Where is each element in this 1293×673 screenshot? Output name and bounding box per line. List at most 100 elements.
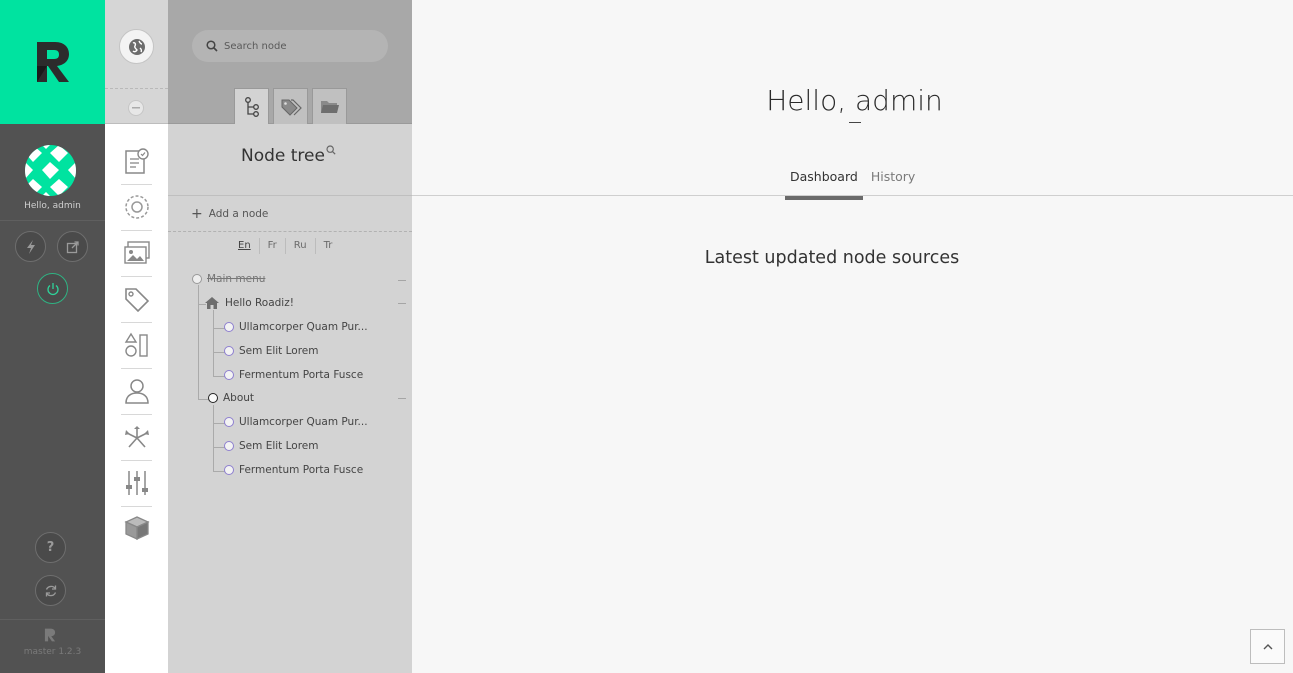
nav-settings-sliders[interactable]: [122, 468, 152, 498]
nav-network[interactable]: [122, 422, 152, 452]
collapse-icon[interactable]: [398, 280, 406, 281]
shapes-icon: [124, 332, 148, 357]
search-box[interactable]: [192, 30, 388, 62]
nav-packages[interactable]: [122, 513, 152, 543]
add-node-button[interactable]: + Add a node: [191, 206, 268, 222]
collapse-icon[interactable]: [398, 398, 406, 399]
visit-site-button[interactable]: [119, 29, 154, 64]
nav-users[interactable]: [122, 376, 152, 406]
divider: [168, 231, 412, 232]
collapse-panel-button[interactable]: [128, 100, 144, 116]
settings-icon: [125, 195, 149, 219]
roadiz-logo-icon: [36, 42, 69, 82]
logout-button[interactable]: [37, 273, 68, 304]
tree-node-home[interactable]: Hello Roadiz!: [205, 297, 294, 309]
dashboard-icon: [125, 148, 149, 174]
node-tree-icon: [244, 96, 259, 117]
scroll-top-button[interactable]: [1250, 629, 1285, 664]
flash-icon: [26, 239, 35, 254]
language-switcher: En Fr Ru Tr: [230, 237, 340, 255]
tree-node[interactable]: Fermentum Porta Fusce: [224, 464, 363, 476]
tags-icon: [281, 98, 302, 116]
home-icon: [205, 297, 219, 309]
node-status-icon: [224, 322, 234, 332]
divider: [121, 460, 152, 461]
node-label: Sem Elit Lorem: [239, 440, 319, 452]
refresh-icon: [45, 585, 56, 596]
tree-line: [198, 399, 208, 400]
divider: [0, 220, 105, 221]
help-icon: ?: [46, 540, 55, 555]
node-status-icon: [224, 346, 234, 356]
tree-node[interactable]: Sem Elit Lorem: [224, 440, 318, 452]
node-status-icon: [224, 441, 234, 451]
box-icon: [124, 516, 150, 541]
divider: [121, 276, 152, 277]
divider: [121, 506, 152, 507]
flash-button[interactable]: [15, 231, 46, 262]
node-label: Ullamcorper Quam Pur...: [239, 321, 368, 333]
divider: [0, 619, 105, 620]
node-label: About: [223, 392, 255, 404]
node-label: Hello Roadiz!: [225, 297, 294, 309]
help-button[interactable]: ?: [35, 532, 66, 563]
tree-node[interactable]: Ullamcorper Quam Pur...: [224, 416, 368, 428]
tree-node-main-menu[interactable]: Main menu: [192, 273, 265, 285]
folder-icon: [320, 100, 339, 113]
tree-panel: Node tree + Add a node En Fr Ru Tr Main …: [168, 0, 412, 673]
nav-settings[interactable]: [122, 192, 152, 222]
lang-en[interactable]: En: [230, 238, 260, 254]
external-link-button[interactable]: [57, 231, 88, 262]
tag-icon: [125, 288, 150, 312]
brand-logo[interactable]: [0, 0, 105, 124]
divider: [121, 184, 152, 185]
tree-node-about[interactable]: About: [208, 392, 254, 404]
node-label: Sem Elit Lorem: [239, 345, 319, 357]
nav-column: [105, 0, 168, 673]
tree-node[interactable]: Ullamcorper Quam Pur...: [224, 321, 368, 333]
lang-tr[interactable]: Tr: [316, 238, 341, 254]
divider: [121, 368, 152, 369]
lang-fr[interactable]: Fr: [260, 238, 286, 254]
tree-line: [198, 285, 199, 399]
main-content: Hello, admin Dashboard History Latest up…: [412, 0, 1293, 673]
lang-ru[interactable]: Ru: [286, 238, 316, 254]
power-icon: [46, 282, 59, 295]
globe-icon: [128, 38, 145, 55]
node-label: Fermentum Porta Fusce: [239, 369, 364, 381]
divider: [121, 230, 152, 231]
plus-icon: +: [191, 206, 203, 222]
network-icon: [125, 426, 149, 448]
tab-node-tree[interactable]: [234, 88, 269, 124]
search-input[interactable]: [224, 40, 374, 52]
node-label: Ullamcorper Quam Pur...: [239, 416, 368, 428]
nav-node-types[interactable]: [122, 330, 152, 360]
tree-node[interactable]: Sem Elit Lorem: [224, 345, 318, 357]
tab-folders[interactable]: [312, 88, 347, 124]
divider: [121, 322, 152, 323]
divider: [168, 195, 412, 196]
search-icon[interactable]: [326, 145, 336, 155]
tree-line: [213, 405, 214, 471]
node-status-icon: [224, 465, 234, 475]
documents-icon: [124, 241, 150, 264]
node-label: Main menu: [207, 273, 266, 285]
avatar[interactable]: [25, 145, 76, 196]
search-icon: [206, 40, 218, 52]
tree-line: [213, 310, 214, 376]
tree-panel-header: [168, 0, 412, 124]
external-icon: [66, 240, 79, 253]
avatar-pattern-icon: [25, 145, 76, 196]
node-status-icon: [208, 393, 218, 403]
sliders-icon: [126, 471, 148, 495]
nav-tags[interactable]: [122, 284, 152, 314]
refresh-button[interactable]: [35, 575, 66, 606]
add-node-label: Add a node: [208, 208, 269, 220]
tab-tags[interactable]: [273, 88, 308, 124]
collapse-icon[interactable]: [398, 303, 406, 304]
tree-node[interactable]: Fermentum Porta Fusce: [224, 369, 363, 381]
divider: [412, 195, 1293, 196]
nav-column-header: [105, 0, 168, 124]
nav-dashboard[interactable]: [122, 146, 152, 176]
nav-documents[interactable]: [122, 238, 152, 268]
